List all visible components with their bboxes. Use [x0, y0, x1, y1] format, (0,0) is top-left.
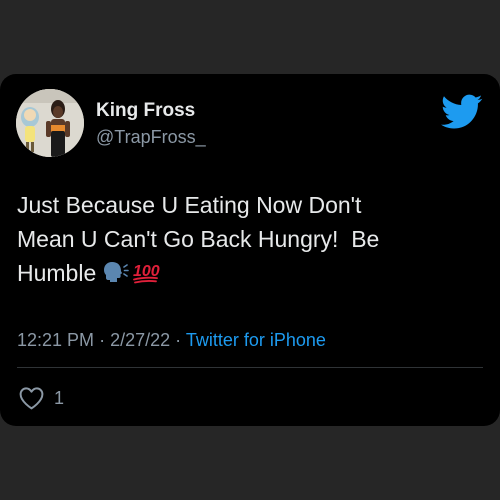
avatar[interactable] — [16, 89, 84, 157]
tweet-text: Just Because U Eating Now Don't Mean U C… — [17, 188, 477, 290]
meta-separator: · — [99, 330, 106, 350]
user-handle[interactable]: @TrapFross_ — [96, 127, 206, 148]
twitter-bird-icon — [441, 94, 483, 129]
divider — [17, 367, 483, 368]
tweet-meta: 12:21 PM · 2/27/22 · Twitter for iPhone — [17, 330, 326, 351]
profile-photo — [16, 89, 84, 157]
like-button[interactable]: 1 — [18, 386, 64, 410]
meta-separator: · — [175, 330, 182, 350]
speaking-head-icon — [104, 262, 130, 282]
hundred-points-icon: 100 — [133, 263, 160, 284]
tweet-source[interactable]: Twitter for iPhone — [186, 330, 326, 350]
heart-outline-icon — [19, 387, 44, 410]
like-count: 1 — [54, 387, 65, 408]
tweet-body: Just Because U Eating Now Don't Mean U C… — [17, 192, 380, 286]
tweet-time[interactable]: 12:21 PM — [17, 330, 94, 350]
tweet-card: King Fross @TrapFross_ Just Because U Ea… — [0, 74, 500, 426]
tweet-date[interactable]: 2/27/22 — [110, 330, 170, 350]
display-name[interactable]: King Fross — [96, 100, 195, 122]
